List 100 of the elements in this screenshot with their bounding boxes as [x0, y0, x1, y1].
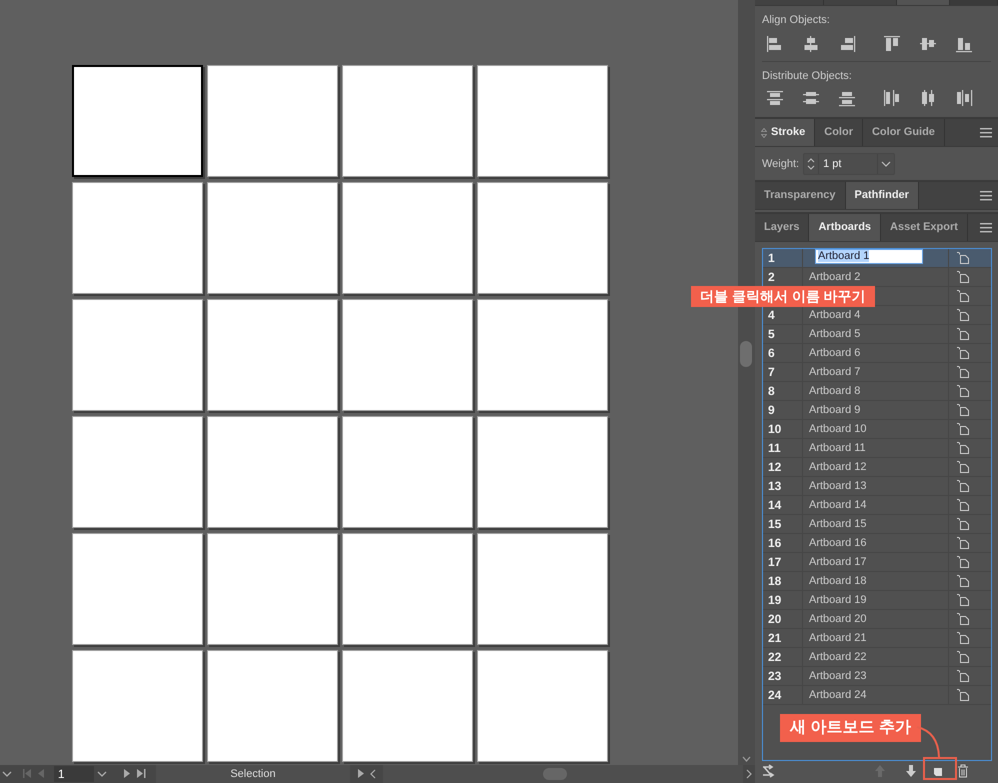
artboard-options-icon[interactable]	[956, 613, 970, 625]
artboard[interactable]	[72, 65, 203, 177]
rearrange-icon[interactable]	[762, 764, 776, 778]
artboard-number: 20	[768, 612, 782, 626]
artboard-row[interactable]: 21 Artboard 21	[763, 629, 991, 648]
artboard-row[interactable]: 13 Artboard 13	[763, 477, 991, 496]
artboard-name: Artboard 20	[809, 613, 866, 625]
align-bottom-icon[interactable]	[955, 35, 973, 53]
artboard-options-icon[interactable]	[956, 347, 970, 359]
panel-tab[interactable]: Color Guide	[862, 119, 945, 146]
artboard-options-icon[interactable]	[956, 480, 970, 492]
artboard-number: 24	[768, 688, 782, 702]
artboard-name: Artboard 9	[809, 404, 860, 416]
current-tool-status: Selection	[156, 765, 350, 783]
rename-field[interactable]: Artboard 1	[815, 249, 923, 264]
artboard-options-icon[interactable]	[956, 328, 970, 340]
artboard-options-icon[interactable]	[956, 556, 970, 568]
artboard-number: 13	[768, 479, 782, 493]
artboard-row[interactable]: 9 Artboard 9	[763, 401, 991, 420]
artboard-number: 17	[768, 555, 782, 569]
artboard-options-icon[interactable]	[956, 271, 970, 283]
callout-tooltip: 새 아트보드 추가	[780, 714, 921, 742]
artboard-options-icon[interactable]	[956, 366, 970, 378]
distribute-top-icon[interactable]	[766, 89, 784, 107]
distribute-horizontal-center-icon[interactable]	[919, 89, 937, 107]
artboard-row[interactable]: 5 Artboard 5	[763, 325, 991, 344]
artboard-row[interactable]: 22 Artboard 22	[763, 648, 991, 667]
artboard-row[interactable]: 15 Artboard 15	[763, 515, 991, 534]
artboard-name: Artboard 2	[809, 271, 860, 283]
artboard-number: 8	[768, 384, 775, 398]
artboard-options-icon[interactable]	[956, 252, 970, 264]
collapse-toggle-icon[interactable]	[761, 128, 767, 138]
artboard-options-icon[interactable]	[956, 385, 970, 397]
artboard-name: Artboard 16	[809, 537, 866, 549]
align-top-icon[interactable]	[883, 35, 901, 53]
artboard-row[interactable]: 12 Artboard 12	[763, 458, 991, 477]
artboard-options-icon[interactable]	[956, 309, 970, 321]
distribute-left-icon[interactable]	[883, 89, 901, 107]
artboard-row[interactable]: 14 Artboard 14	[763, 496, 991, 515]
artboard-options-icon[interactable]	[956, 689, 970, 701]
artboard-name: Artboard 17	[809, 556, 866, 568]
panel-tab[interactable]: Pathfinder	[846, 182, 919, 209]
page-number-field[interactable]: 1	[54, 766, 94, 782]
artboard-row[interactable]: 23 Artboard 23	[763, 667, 991, 686]
delete-icon[interactable]	[957, 764, 969, 778]
align-horizontal-center-icon[interactable]	[802, 35, 820, 53]
scrollbar-thumb[interactable]	[543, 768, 567, 780]
artboard-row[interactable]: 16 Artboard 16	[763, 534, 991, 553]
artboard-options-icon[interactable]	[956, 537, 970, 549]
align-left-icon[interactable]	[766, 35, 784, 53]
artboard-number: 7	[768, 365, 775, 379]
artboard-row[interactable]: 10 Artboard 10	[763, 420, 991, 439]
artboard-row[interactable]: 20 Artboard 20	[763, 610, 991, 629]
artboard-row[interactable]: 19 Artboard 19	[763, 591, 991, 610]
artboard-name: Artboard 7	[809, 366, 860, 378]
panel-tab[interactable]: Stroke	[755, 119, 816, 146]
artboard-name: Artboard 18	[809, 575, 866, 587]
artboard-row[interactable]: 18 Artboard 18	[763, 572, 991, 591]
artboard-name: Artboard 6	[809, 347, 860, 359]
panel-menu-icon[interactable]	[980, 190, 992, 201]
artboard-number: 4	[768, 308, 775, 322]
artboard-options-icon[interactable]	[956, 442, 970, 454]
artboard-row[interactable]: 17 Artboard 17	[763, 553, 991, 572]
artboard-options-icon[interactable]	[956, 594, 970, 606]
move-down-icon[interactable]	[905, 764, 917, 778]
align-vertical-center-icon[interactable]	[919, 35, 937, 53]
weight-label: Weight:	[762, 158, 800, 170]
artboard-number: 10	[768, 422, 782, 436]
artboard-row[interactable]: 6 Artboard 6	[763, 344, 991, 363]
artboard-number: 5	[768, 327, 775, 341]
artboard-options-icon[interactable]	[956, 290, 970, 302]
artboard-number: 12	[768, 460, 782, 474]
panel-tab[interactable]: Color	[815, 119, 863, 146]
align-right-icon[interactable]	[838, 35, 856, 53]
artboard-options-icon[interactable]	[956, 651, 970, 663]
artboard-row[interactable]: 24 Artboard 24	[763, 686, 991, 705]
distribute-vertical-center-icon[interactable]	[802, 89, 820, 107]
artboard-options-icon[interactable]	[956, 632, 970, 644]
distribute-right-icon[interactable]	[955, 89, 973, 107]
artboard-options-icon[interactable]	[956, 423, 970, 435]
artboard-options-icon[interactable]	[956, 499, 970, 511]
distribute-bottom-icon[interactable]	[838, 89, 856, 107]
artboard-name: Artboard 24	[809, 689, 866, 701]
panel-tab[interactable]: Artboards	[809, 214, 882, 241]
panel-menu-icon[interactable]	[980, 127, 992, 138]
artboard-row[interactable]: 1 Artboard 1	[763, 249, 991, 268]
artboard-name: Artboard 4	[809, 309, 860, 321]
artboard-row[interactable]: 8 Artboard 8	[763, 382, 991, 401]
artboard-options-icon[interactable]	[956, 518, 970, 530]
artboard-options-icon[interactable]	[956, 461, 970, 473]
artboard-options-icon[interactable]	[956, 575, 970, 587]
scrollbar-thumb[interactable]	[740, 341, 752, 367]
artboard-name: Artboard 19	[809, 594, 866, 606]
artboard-options-icon[interactable]	[956, 670, 970, 682]
artboard-options-icon[interactable]	[956, 404, 970, 416]
panel-tab[interactable]: Asset Export	[881, 214, 968, 241]
artboard-row[interactable]: 7 Artboard 7	[763, 363, 991, 382]
panel-menu-icon[interactable]	[980, 222, 992, 233]
artboard-row[interactable]: 11 Artboard 11	[763, 439, 991, 458]
weight-field[interactable]: 1 pt	[803, 152, 896, 174]
